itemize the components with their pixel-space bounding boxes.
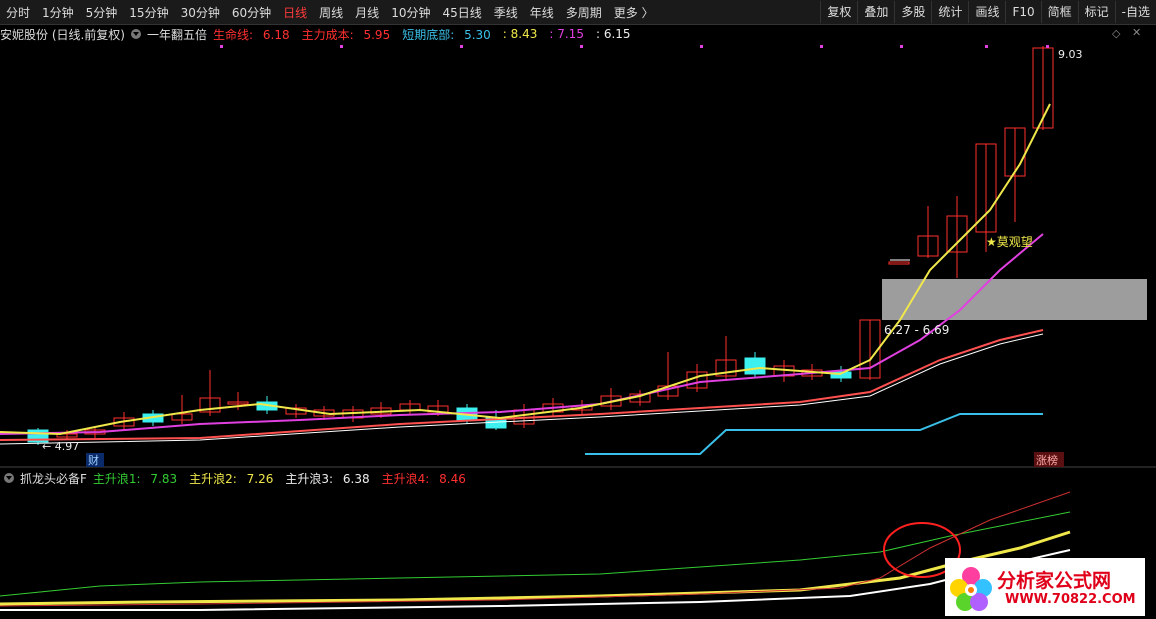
cai-label: 财 [88,453,99,467]
sub-chart-header: 抓龙头必备F 主升浪1: 7.83 主升浪2: 7.26 主升浪3: 6.38 … [0,470,478,486]
candle-body [888,261,910,265]
wave4-line [0,491,1071,607]
logo-text: 分析家公式网 [997,570,1112,592]
top-dot [340,45,343,48]
bottom-line [585,413,1043,455]
kline-chart: 9.03 ← 4.97 6.27 - 6.69 ★莫观望涨榜 财 [0,45,1156,611]
w3-label: 主升浪3: [285,471,334,486]
ma-yellow [0,103,1051,436]
top-dot [900,45,903,48]
sub-dropdown-icon[interactable] [4,473,14,483]
top-dot [700,45,703,48]
w4-label: 主升浪4: [381,471,430,486]
top-dot [820,45,823,48]
top-dot [1046,45,1049,48]
wave2-line [0,530,1071,606]
w2-label: 主升浪2: [189,471,237,486]
w1-label: 主升浪1: [92,471,141,486]
sub-indicator-name[interactable]: 抓龙头必备F [20,470,87,487]
zhangting-label: 涨榜 [1036,453,1058,467]
high-label: 9.03 [1058,48,1083,61]
w2-value: 7.26 [246,471,274,486]
range-label: 6.27 - 6.69 [884,323,949,337]
top-dot [985,45,988,48]
top-dot [220,45,223,48]
candle-body [744,357,766,375]
watch-label: ★莫观望 [986,235,1033,249]
top-dot [580,45,583,48]
w1-value: 7.83 [150,471,178,486]
site-logo: 分析家公式网 WWW.70822.COM [945,558,1145,616]
w4-value: 8.46 [439,471,466,486]
w3-value: 6.38 [342,471,370,486]
top-dot [460,45,463,48]
logo-url: WWW.70822.COM [1005,592,1136,607]
low-label: ← 4.97 [42,440,79,453]
